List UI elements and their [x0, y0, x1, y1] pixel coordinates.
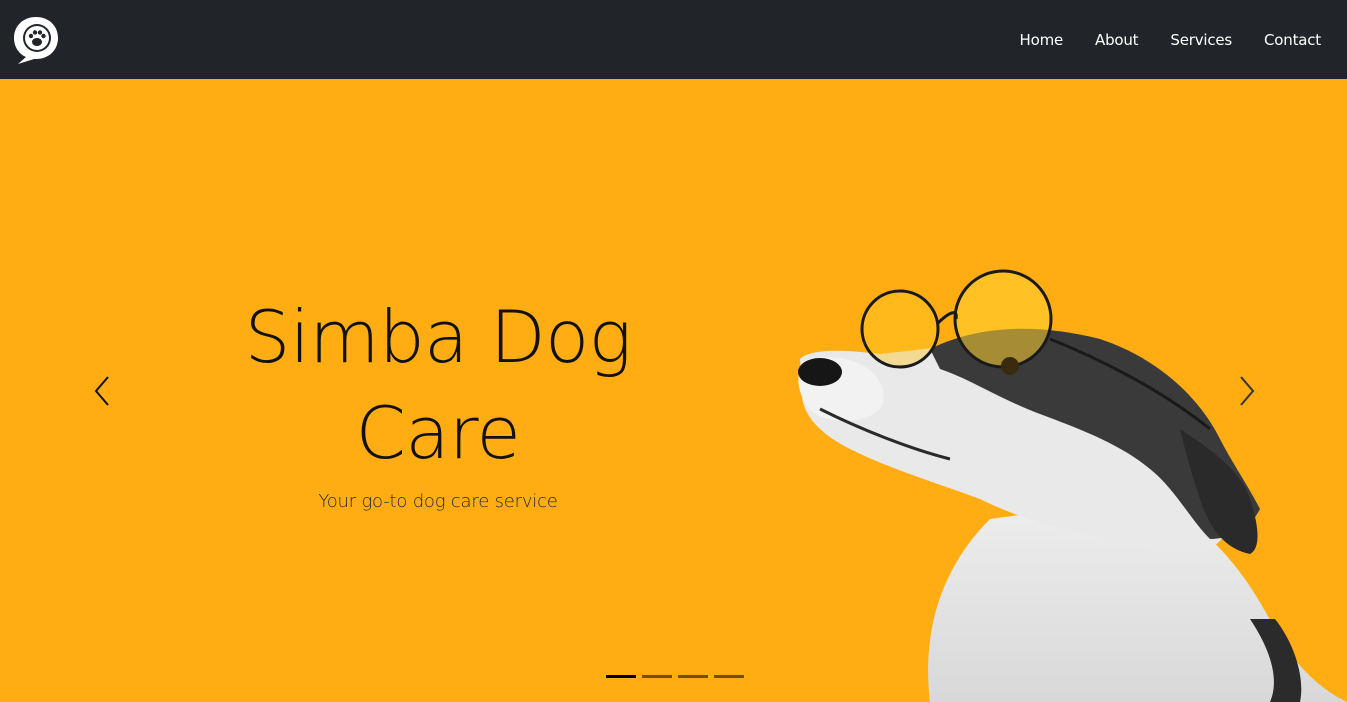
nav-links: Home About Services Contact [988, 31, 1322, 49]
dog-with-glasses-photo [798, 269, 1347, 702]
hero-caption: Simba Dog Care Your go-to dog care servi… [178, 289, 698, 512]
hero-carousel: Simba Dog Care Your go-to dog care servi… [0, 79, 1347, 702]
chevron-right-icon [1240, 376, 1255, 406]
nav-home-link[interactable]: Home [1020, 31, 1064, 49]
carousel-next-button[interactable] [1233, 371, 1263, 411]
paw-chat-bubble-icon[interactable] [12, 14, 60, 66]
hero-title: Simba Dog Care [244, 295, 632, 475]
carousel-indicator-1[interactable] [606, 675, 636, 678]
nav-contact-link[interactable]: Contact [1264, 31, 1321, 49]
carousel-prev-button[interactable] [86, 371, 116, 411]
navbar: Home About Services Contact [0, 0, 1347, 79]
nav-services-link[interactable]: Services [1170, 31, 1232, 49]
nav-about-link[interactable]: About [1095, 31, 1139, 49]
carousel-indicator-3[interactable] [678, 675, 708, 678]
carousel-indicator-4[interactable] [714, 675, 744, 678]
hero-subtitle: Your go-to dog care service [318, 491, 558, 512]
chevron-left-icon [94, 376, 109, 406]
carousel-indicators [606, 675, 744, 678]
carousel-indicator-2[interactable] [642, 675, 672, 678]
